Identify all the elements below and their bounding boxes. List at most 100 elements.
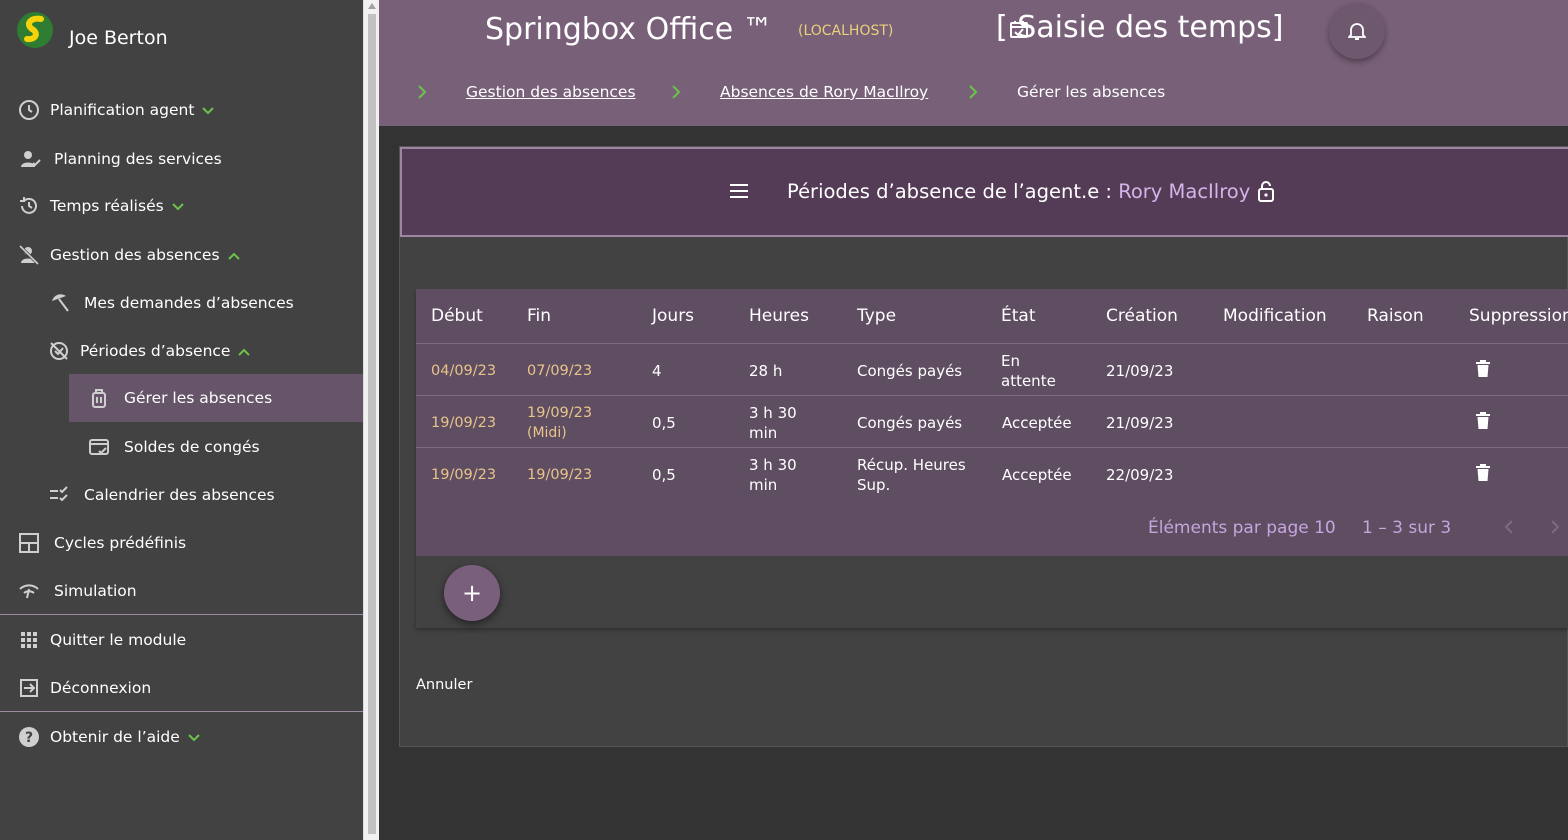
column-header[interactable]: Raison (1367, 306, 1424, 326)
sidebar-item-gestion-des-absences[interactable]: Gestion des absences (0, 231, 363, 279)
scroll-up-arrow-icon[interactable] (368, 3, 376, 9)
card-header: Périodes d’absence de l’agent.e : Rory M… (400, 147, 1568, 237)
bell-icon (1348, 23, 1366, 40)
app-title: Springbox Office ™ (485, 12, 773, 47)
sidebar-item-gerer-les-absences[interactable]: Gérer les absences (69, 374, 363, 422)
table-footer (416, 556, 1568, 628)
sidebar-item-label: Soldes de congés (124, 438, 260, 456)
row-divider (416, 395, 1568, 396)
scrollbar-thumb[interactable] (368, 14, 376, 834)
cell-heures: 3 h 30 (749, 404, 797, 422)
items-per-page: Éléments par page 10 (1148, 518, 1336, 538)
column-header[interactable]: Début (431, 306, 483, 326)
page-range: 1 – 3 sur 3 (1362, 518, 1452, 538)
sidebar-header: Joe Berton (0, 0, 363, 78)
help-icon: ? (18, 726, 40, 748)
delete-icon[interactable] (1476, 463, 1490, 481)
sidebar-item-cycles-predefinis[interactable]: Cycles prédéfinis (0, 519, 363, 567)
card-title-prefix: Périodes d’absence de l’agent.e : (787, 180, 1119, 203)
column-header[interactable]: Jours (652, 306, 694, 326)
delete-icon[interactable] (1476, 411, 1490, 429)
sidebar-divider (0, 614, 363, 615)
person-check-icon (19, 148, 41, 170)
plus-icon: + (461, 579, 483, 607)
chevron-down-icon (171, 202, 184, 210)
cell-heures-line2: min (749, 476, 778, 494)
beach-umbrella-icon (49, 292, 71, 314)
column-header[interactable]: Création (1106, 306, 1178, 326)
cell-jours: 0,5 (652, 414, 676, 432)
signal-icon (18, 580, 40, 602)
chevron-right-icon (672, 85, 681, 99)
column-header[interactable]: État (1001, 306, 1036, 326)
column-header[interactable]: Modification (1223, 306, 1327, 326)
column-header[interactable]: Heures (749, 306, 809, 326)
items-per-page-label: Éléments par page (1148, 518, 1309, 538)
sidebar-item-calendrier-des-absences[interactable]: Calendrier des absences (0, 471, 363, 519)
sidebar-item-quitter-le-module[interactable]: Quitter le module (0, 616, 363, 664)
column-header[interactable]: Fin (527, 306, 551, 326)
column-header[interactable]: Suppression (1469, 306, 1568, 326)
items-per-page-select[interactable]: 10 (1314, 518, 1336, 538)
sidebar-scrollbar[interactable] (363, 0, 379, 840)
notifications-button[interactable] (1329, 3, 1385, 59)
cell-creation: 21/09/23 (1106, 362, 1174, 380)
row-divider (416, 343, 1568, 344)
row-divider (416, 447, 1568, 448)
sidebar-item-label: Calendrier des absences (84, 486, 275, 504)
chevron-right-icon[interactable] (1550, 519, 1560, 535)
sidebar-item-periodes-dabsence[interactable]: Périodes d’absence (0, 327, 363, 375)
luggage-icon (88, 387, 110, 409)
sidebar-item-planning-des-services[interactable]: Planning des services (0, 135, 363, 183)
sidebar-item-label: Mes demandes d’absences (84, 294, 294, 312)
cell-heures: 3 h 30 (749, 456, 797, 474)
sidebar-item-label: Quitter le module (50, 631, 187, 649)
top-header: Springbox Office ™ (LOCALHOST) [ Saisie … (379, 0, 1568, 126)
page-title: [ Saisie des temps] (996, 10, 1283, 45)
sidebar-item-obtenir-de-laide[interactable]: ? Obtenir de l’aide (0, 713, 363, 761)
lock-open-icon[interactable] (1257, 180, 1275, 202)
chevron-right-icon (969, 85, 978, 99)
breadcrumb-absences-de-rory[interactable]: Absences de Rory MacIlroy (720, 83, 928, 101)
sidebar-item-simulation[interactable]: Simulation (0, 567, 363, 615)
add-absence-button[interactable]: + (444, 565, 500, 621)
cell-fin-note: (Midi) (527, 425, 567, 441)
sidebar-item-label: Gérer les absences (124, 389, 273, 407)
sidebar-divider (0, 711, 363, 712)
cell-etat: En (1001, 352, 1020, 370)
cell-creation: 22/09/23 (1106, 466, 1174, 484)
sidebar-item-temps-realises[interactable]: Temps réalisés (0, 182, 363, 230)
agent-name: Rory MacIlroy (1118, 180, 1251, 203)
clock-icon (18, 99, 40, 121)
cell-etat: Acceptée (1002, 414, 1072, 432)
cell-type: Congés payés (857, 414, 963, 432)
sidebar-item-planification-agent[interactable]: Planification agent (0, 86, 363, 134)
cell-jours: 4 (652, 362, 662, 380)
sidebar-item-label: Planning des services (54, 150, 222, 168)
column-header[interactable]: Type (857, 306, 896, 326)
chevron-left-icon[interactable] (1504, 519, 1514, 535)
sidebar-item-label: Obtenir de l’aide (50, 728, 180, 746)
logout-icon (18, 677, 40, 699)
sidebar-item-label: Déconnexion (50, 679, 152, 697)
person-off-icon (18, 244, 40, 266)
page-title-text: [ Saisie des temps] (996, 10, 1284, 45)
dashboard-icon (18, 532, 40, 554)
host-label: (LOCALHOST) (798, 23, 894, 39)
cell-fin: 19/09/23 (527, 467, 593, 483)
sidebar-item-label: Simulation (54, 582, 137, 600)
sidebar-item-mes-demandes-dabsences[interactable]: Mes demandes d’absences (0, 279, 363, 327)
cell-fin: 19/09/23 (527, 405, 593, 421)
sidebar-item-label: Cycles prédéfinis (54, 534, 187, 552)
cancel-button[interactable]: Annuler (416, 677, 472, 693)
sidebar-item-label: Planification agent (50, 101, 195, 119)
sidebar-item-deconnexion[interactable]: Déconnexion (0, 664, 363, 712)
breadcrumb-current: Gérer les absences (1017, 83, 1166, 101)
sidebar-item-soldes-de-conges[interactable]: Soldes de congés (0, 423, 363, 471)
cell-heures: 28 h (749, 362, 783, 380)
user-name: Joe Berton (69, 27, 168, 49)
cell-etat-line2: attente (1001, 372, 1056, 390)
menu-icon[interactable] (729, 183, 749, 199)
delete-icon[interactable] (1476, 359, 1490, 377)
breadcrumb-gestion-des-absences[interactable]: Gestion des absences (466, 83, 636, 101)
